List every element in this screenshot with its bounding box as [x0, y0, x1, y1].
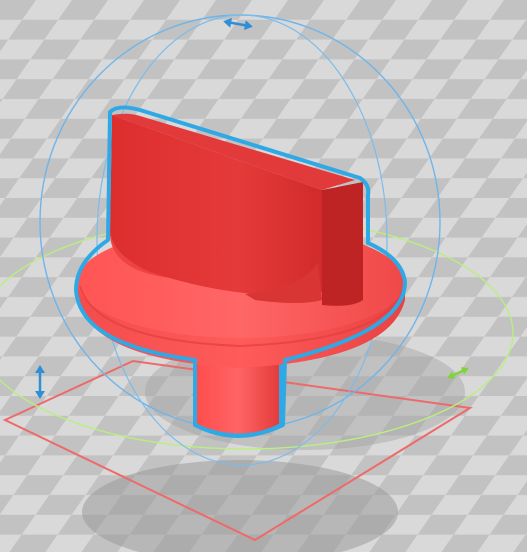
3d-viewport[interactable] [0, 0, 527, 552]
knob-shaft[interactable] [193, 358, 283, 438]
scene-canvas[interactable] [0, 0, 527, 552]
